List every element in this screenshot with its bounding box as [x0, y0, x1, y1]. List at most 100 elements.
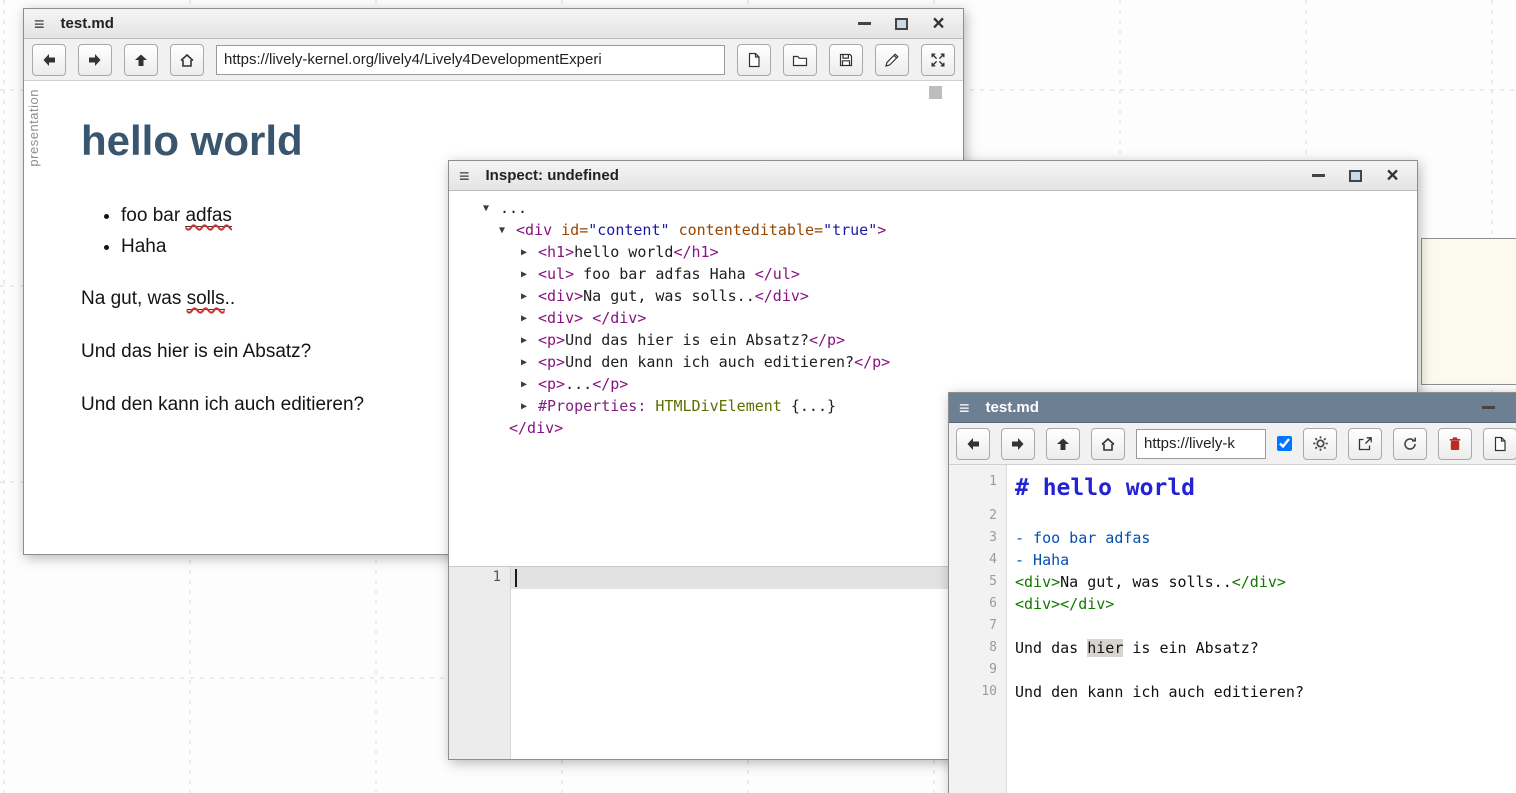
home-icon [1100, 436, 1116, 452]
folder-icon [792, 52, 808, 68]
home-button[interactable] [170, 44, 204, 76]
window-title: test.md [61, 15, 840, 32]
up-button[interactable] [124, 44, 158, 76]
titlebar[interactable]: ≡ test.md × [949, 393, 1516, 423]
trash-icon [1447, 436, 1463, 452]
reload-button[interactable] [1393, 428, 1427, 460]
back-button[interactable] [32, 44, 66, 76]
code-row: 10Und den kann ich auch editieren? [949, 681, 1516, 703]
close-icon: × [1386, 165, 1398, 186]
edit-button[interactable] [875, 44, 909, 76]
url-input[interactable] [1136, 429, 1266, 459]
tree-node[interactable]: ▶<p>Und den kann ich auch editieren?</p> [449, 351, 1417, 373]
line-number: 3 [949, 527, 1006, 549]
line-number: 1 [449, 569, 501, 585]
new-file-icon [746, 52, 762, 68]
minimize-icon [1482, 406, 1495, 409]
line-number: 4 [949, 549, 1006, 571]
minimize-button[interactable] [1310, 167, 1327, 184]
line-number: 9 [949, 659, 1006, 681]
code-line[interactable] [1006, 659, 1015, 681]
expand-button[interactable] [921, 44, 955, 76]
up-arrow-icon [1055, 436, 1071, 452]
url-input[interactable] [216, 45, 725, 75]
open-external-button[interactable] [1348, 428, 1382, 460]
background-panel [1421, 238, 1516, 385]
maximize-button[interactable] [1347, 167, 1364, 184]
titlebar[interactable]: ≡ Inspect: undefined × [449, 161, 1417, 191]
window-menu-icon[interactable]: ≡ [959, 399, 970, 417]
toolbar [949, 423, 1516, 465]
window-menu-icon[interactable]: ≡ [459, 167, 470, 185]
window-markdown-editor: ≡ test.md × 1# hello world23- foo bar ad… [948, 392, 1516, 793]
new-file-button[interactable] [1483, 428, 1516, 460]
tree-node[interactable]: ▶<div> </div> [449, 307, 1417, 329]
minimize-button[interactable] [1480, 399, 1497, 416]
back-button[interactable] [956, 428, 990, 460]
close-icon: × [932, 13, 944, 34]
line-number: 2 [949, 505, 1006, 527]
desktop: ≡ test.md × presentation hello world [0, 0, 1516, 793]
pencil-icon [884, 52, 900, 68]
code-row: 5<div>Na gut, was solls..</div> [949, 571, 1516, 593]
editor-lines: 1# hello world23- foo bar adfas4- Haha5<… [949, 465, 1516, 703]
minimize-icon [858, 22, 871, 25]
code-editor[interactable]: 1# hello world23- foo bar adfas4- Haha5<… [949, 465, 1516, 793]
close-button[interactable]: × [1384, 167, 1401, 184]
line-number: 7 [949, 615, 1006, 637]
tree-node[interactable]: ▶<ul> foo bar adfas Haha </ul> [449, 263, 1417, 285]
new-file-button[interactable] [737, 44, 771, 76]
maximize-icon [1349, 170, 1362, 182]
close-button[interactable]: × [930, 15, 947, 32]
code-line[interactable]: - Haha [1006, 549, 1069, 571]
window-controls: × [1480, 399, 1516, 416]
up-button[interactable] [1046, 428, 1080, 460]
scrollbar-thumb[interactable] [929, 86, 942, 99]
forward-button[interactable] [1001, 428, 1035, 460]
code-row: 4- Haha [949, 549, 1516, 571]
expand-icon [930, 52, 946, 68]
code-row: 9 [949, 659, 1516, 681]
maximize-icon [895, 18, 908, 30]
line-number: 6 [949, 593, 1006, 615]
code-line[interactable]: - foo bar adfas [1006, 527, 1150, 549]
delete-button[interactable] [1438, 428, 1472, 460]
minimize-button[interactable] [856, 15, 873, 32]
window-controls: × [1310, 167, 1407, 184]
tree-node[interactable]: ▶<div>Na gut, was solls..</div> [449, 285, 1417, 307]
url-option-checkbox[interactable] [1277, 436, 1292, 451]
preview-heading: hello world [81, 117, 903, 165]
code-line[interactable]: <div></div> [1006, 593, 1114, 615]
titlebar[interactable]: ≡ test.md × [24, 9, 963, 39]
code-line[interactable] [1006, 505, 1015, 527]
up-arrow-icon [133, 52, 149, 68]
tree-node[interactable]: ▼... [449, 197, 1417, 219]
settings-button[interactable] [1303, 428, 1337, 460]
presentation-label: presentation [26, 89, 41, 167]
tree-node[interactable]: ▼<div id="content" contenteditable="true… [449, 219, 1417, 241]
forward-arrow-icon [1010, 436, 1026, 452]
forward-arrow-icon [87, 52, 103, 68]
code-row: 3- foo bar adfas [949, 527, 1516, 549]
save-button[interactable] [829, 44, 863, 76]
tree-node[interactable]: ▶<p>Und das hier is ein Absatz?</p> [449, 329, 1417, 351]
window-title: test.md [986, 399, 1464, 416]
browse-folder-button[interactable] [783, 44, 817, 76]
line-number: 8 [949, 637, 1006, 659]
save-icon [838, 52, 854, 68]
code-line[interactable]: Und das hier is ein Absatz? [1006, 637, 1259, 659]
code-line[interactable]: Und den kann ich auch editieren? [1006, 681, 1304, 703]
code-line[interactable] [1006, 615, 1015, 637]
home-button[interactable] [1091, 428, 1125, 460]
line-number: 5 [949, 571, 1006, 593]
line-number: 1 [949, 471, 1006, 493]
code-line[interactable]: # hello world [1006, 471, 1195, 505]
toolbar [24, 39, 963, 81]
maximize-button[interactable] [893, 15, 910, 32]
forward-button[interactable] [78, 44, 112, 76]
window-menu-icon[interactable]: ≡ [34, 15, 45, 33]
code-line[interactable]: <div>Na gut, was solls..</div> [1006, 571, 1286, 593]
window-title: Inspect: undefined [486, 167, 1294, 184]
gear-icon [1312, 435, 1329, 452]
tree-node[interactable]: ▶<h1>hello world</h1> [449, 241, 1417, 263]
